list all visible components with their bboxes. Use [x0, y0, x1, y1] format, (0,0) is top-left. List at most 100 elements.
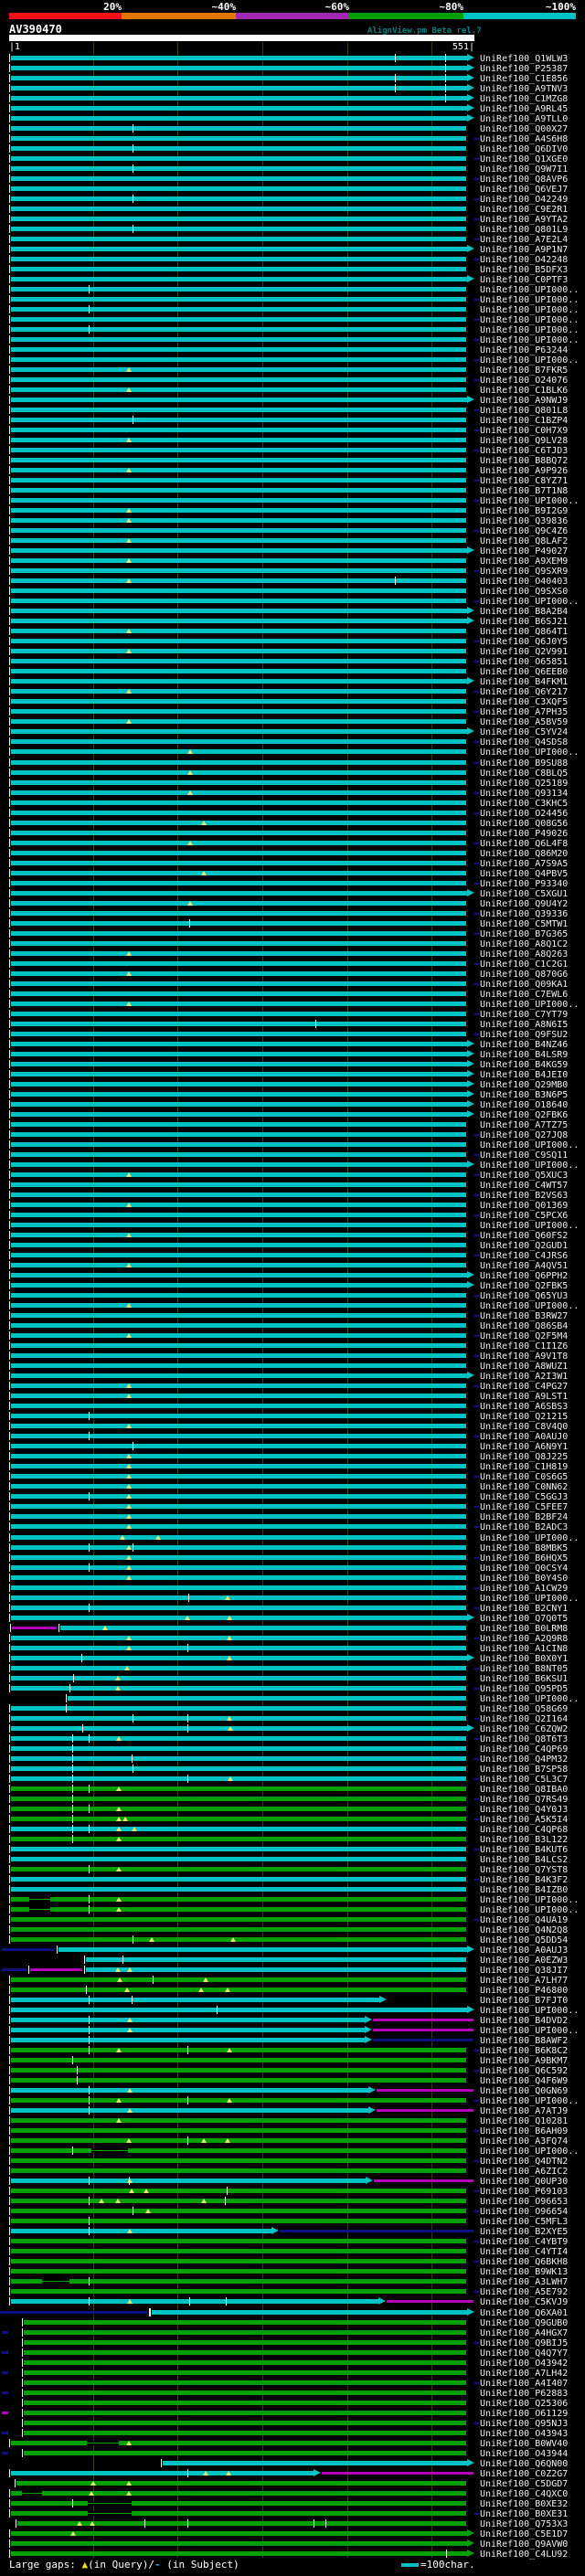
alignment-row[interactable]: UniRef100_C8V4Q0	[0, 1421, 585, 1432]
hsp-bar[interactable]	[11, 2289, 466, 2295]
hsp-bar[interactable]	[11, 1685, 466, 1691]
alignment-row[interactable]: UniRef100_Q0CSY4	[0, 1563, 585, 1574]
alignment-row[interactable]: UniRef100_UPI000..	[0, 747, 585, 758]
hsp-bar[interactable]	[11, 356, 466, 362]
alignment-row[interactable]: UniRef100_B9I2G9	[0, 505, 585, 516]
hsp-bar[interactable]	[11, 75, 467, 80]
hsp-bar[interactable]	[11, 1424, 466, 1429]
hsp-bar[interactable]	[11, 1001, 466, 1006]
hsp-bar[interactable]	[11, 1725, 467, 1731]
hsp-bar[interactable]	[11, 377, 466, 383]
alignment-row[interactable]: UniRef100_UPI000..	[0, 304, 585, 315]
hsp-bar[interactable]	[86, 1957, 466, 1963]
alignment-row[interactable]: UniRef100_Q1XGE0	[0, 154, 585, 164]
alignment-row[interactable]: UniRef100_Q8T6T3	[0, 1733, 585, 1744]
hsp-bar[interactable]	[11, 2209, 466, 2214]
hsp-bar[interactable]	[11, 316, 466, 322]
alignment-row[interactable]: UniRef100_Q8IBA0	[0, 1784, 585, 1795]
hsp-bar[interactable]	[11, 739, 466, 745]
alignment-row[interactable]: UniRef100_B4K3F2	[0, 1874, 585, 1885]
hsp-bar[interactable]	[11, 1414, 466, 1419]
alignment-row[interactable]: UniRef100_O65851	[0, 656, 585, 667]
alignment-row[interactable]: UniRef100_Q801L9	[0, 224, 585, 235]
alignment-row[interactable]: UniRef100_B4LCS2	[0, 1854, 585, 1865]
hsp-bar[interactable]	[11, 1605, 466, 1610]
alignment-row[interactable]: UniRef100_C4QP69	[0, 1744, 585, 1754]
alignment-row[interactable]: UniRef100_B4KUT6	[0, 1844, 585, 1855]
hsp-bar[interactable]	[11, 930, 466, 936]
alignment-row[interactable]: UniRef100_Q9W7I1	[0, 164, 585, 175]
hsp-bar[interactable]	[11, 1142, 466, 1147]
hsp-bar[interactable]	[11, 960, 466, 966]
alignment-row[interactable]: UniRef100_P63244	[0, 345, 585, 355]
alignment-row[interactable]: UniRef100_P93340	[0, 878, 585, 889]
alignment-row[interactable]: UniRef100_Q9GUB0	[0, 2317, 585, 2328]
alignment-row[interactable]: UniRef100_C4PG27	[0, 1381, 585, 1392]
alignment-row[interactable]: UniRef100_C0NN62	[0, 1481, 585, 1492]
hsp-bar[interactable]	[11, 830, 466, 835]
alignment-row[interactable]: UniRef100_Q8J225	[0, 1451, 585, 1462]
hsp-bar[interactable]	[11, 1554, 466, 1560]
alignment-row[interactable]: UniRef100_B8MBK5	[0, 1542, 585, 1553]
hsp-bar[interactable]	[11, 387, 466, 393]
alignment-row[interactable]: UniRef100_O96654	[0, 2206, 585, 2217]
alignment-row[interactable]: UniRef100_UPI000..	[0, 1593, 585, 1604]
hsp-bar[interactable]	[11, 2540, 467, 2546]
alignment-row[interactable]: UniRef100_B2XYE5	[0, 2226, 585, 2237]
hsp-bar[interactable]	[11, 2028, 365, 2033]
alignment-row[interactable]: UniRef100_UPI000..	[0, 1300, 585, 1311]
alignment-row[interactable]: UniRef100_P49026	[0, 828, 585, 839]
alignment-row[interactable]: UniRef100_UPI000..	[0, 1160, 585, 1171]
hsp-bar[interactable]	[11, 609, 467, 614]
alignment-row[interactable]: UniRef100_Q00X27	[0, 123, 585, 134]
hsp-bar[interactable]	[11, 1091, 467, 1097]
alignment-row[interactable]: UniRef100_Q4PBV5	[0, 868, 585, 879]
hsp-bar[interactable]	[24, 2359, 466, 2365]
hsp-bar[interactable]	[11, 1524, 466, 1530]
alignment-row[interactable]: UniRef100_Q65YU3	[0, 1290, 585, 1301]
alignment-row[interactable]: UniRef100_A4I407	[0, 2378, 585, 2389]
alignment-row[interactable]: UniRef100_O96653	[0, 2196, 585, 2207]
alignment-row[interactable]: UniRef100_Q38JI7	[0, 1965, 585, 1976]
alignment-row[interactable]: UniRef100_C5MTW1	[0, 918, 585, 929]
hsp-bar[interactable]	[24, 2450, 466, 2455]
hsp-bar[interactable]	[11, 1816, 466, 1821]
alignment-row[interactable]: UniRef100_A2I3W1	[0, 1371, 585, 1382]
hsp-bar[interactable]	[11, 478, 466, 483]
hsp-bar[interactable]	[11, 1655, 467, 1660]
alignment-row[interactable]: UniRef100_O24456	[0, 808, 585, 819]
alignment-row[interactable]: UniRef100_Q2GUD1	[0, 1240, 585, 1251]
hsp-bar[interactable]	[11, 2500, 466, 2506]
alignment-row[interactable]: UniRef100_B8NT05	[0, 1663, 585, 1674]
hsp-bar[interactable]	[152, 2309, 467, 2315]
alignment-row[interactable]: UniRef100_Q6L4F8	[0, 838, 585, 849]
alignment-row[interactable]: UniRef100_A4S6H8	[0, 133, 585, 144]
hsp-bar[interactable]	[11, 85, 467, 90]
hsp-bar[interactable]	[11, 2118, 466, 2124]
hsp-bar[interactable]	[11, 1937, 466, 1943]
alignment-row[interactable]: UniRef100_B0Y4S0	[0, 1573, 585, 1584]
hsp-bar[interactable]	[11, 1534, 466, 1540]
alignment-row[interactable]: UniRef100_C3KHC5	[0, 798, 585, 809]
hsp-bar[interactable]	[11, 236, 466, 241]
alignment-row[interactable]: UniRef100_B4FKM1	[0, 676, 585, 687]
alignment-row[interactable]: UniRef100_Q6QN00	[0, 2458, 585, 2469]
alignment-row[interactable]: UniRef100_Q6VEJ7	[0, 184, 585, 195]
hsp-bar[interactable]	[11, 568, 466, 574]
hsp-bar[interactable]	[11, 2168, 466, 2174]
alignment-row[interactable]: UniRef100_Q6PPH2	[0, 1270, 585, 1281]
hsp-bar[interactable]	[11, 981, 466, 986]
alignment-row[interactable]: UniRef100_O18640	[0, 1099, 585, 1110]
hsp-bar[interactable]	[11, 2219, 466, 2224]
hsp-bar[interactable]	[11, 950, 466, 956]
hsp-bar[interactable]	[11, 1343, 466, 1349]
hsp-bar[interactable]	[60, 1625, 466, 1630]
alignment-row[interactable]: UniRef100_UPI000..	[0, 596, 585, 607]
alignment-row[interactable]: UniRef100_C0H7X9	[0, 425, 585, 436]
hsp-bar[interactable]	[24, 2380, 466, 2385]
alignment-row[interactable]: UniRef100_Q2FBK5	[0, 1280, 585, 1291]
hsp-bar[interactable]	[11, 2269, 466, 2274]
hsp-bar[interactable]	[11, 1494, 466, 1500]
hsp-bar[interactable]	[163, 2460, 467, 2465]
alignment-row[interactable]: UniRef100_Q25189	[0, 778, 585, 789]
